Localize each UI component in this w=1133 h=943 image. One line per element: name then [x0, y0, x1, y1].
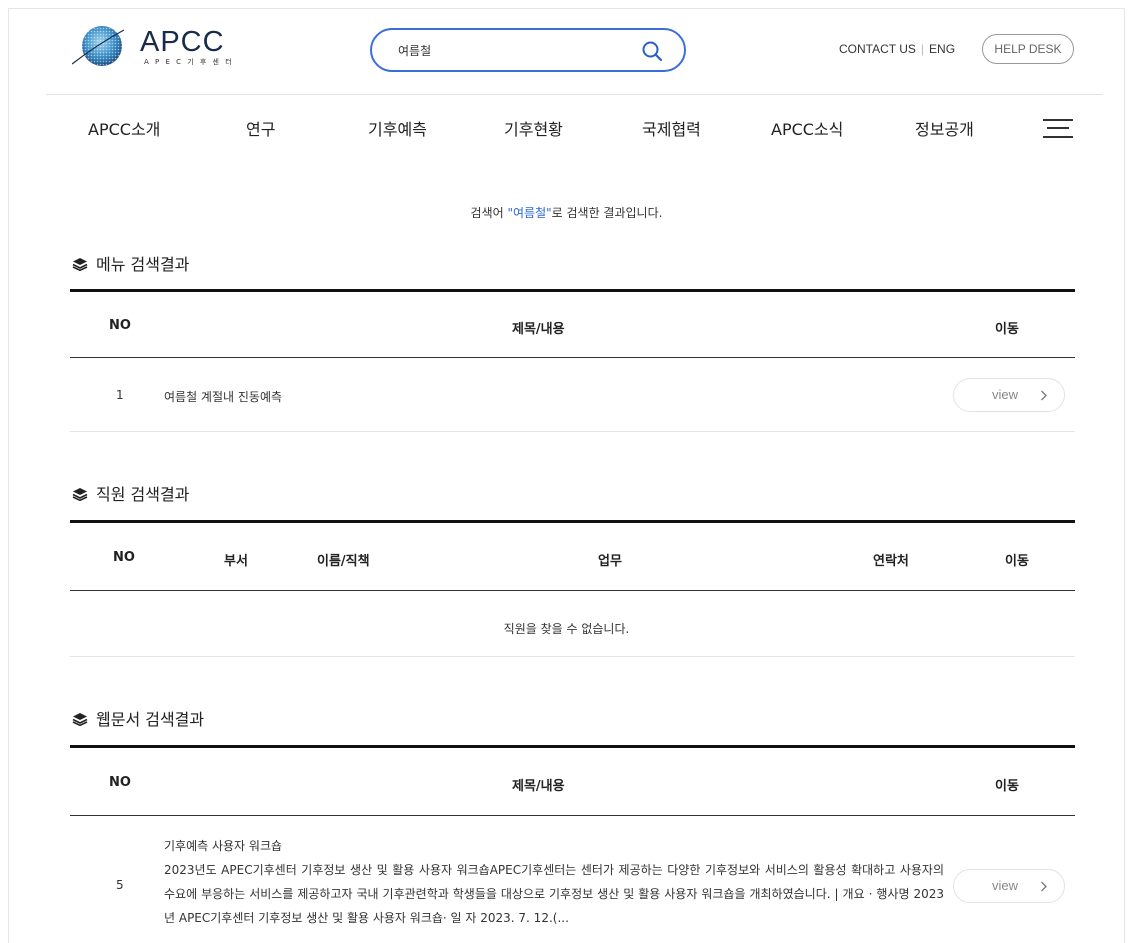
- web-row-no: 5: [116, 878, 124, 892]
- staff-table-top-border: [70, 520, 1075, 523]
- staff-th-name: 이름/직책: [317, 554, 370, 569]
- menu-th-title: 제목/내용: [512, 322, 565, 337]
- menu-hamburger-icon[interactable]: [1043, 117, 1073, 139]
- page-frame: [8, 8, 1125, 943]
- web-table-header-border: [70, 815, 1075, 816]
- web-th-title: 제목/내용: [512, 779, 565, 794]
- result-suffix: 로 검색한 결과입니다.: [551, 206, 663, 220]
- menu-table-header-border: [70, 357, 1075, 358]
- staff-empty-message: 직원을 찾을 수 없습니다.: [503, 622, 630, 636]
- menu-row-no: 1: [116, 388, 124, 402]
- menu-table-top-border: [70, 289, 1075, 292]
- staff-results-title: 직원 검색결과: [72, 481, 189, 505]
- search-result-message: 검색어 "여름철"로 검색한 결과입니다.: [0, 204, 1133, 221]
- web-row-text: 2023년도 APEC기후센터 기후정보 생산 및 활용 사용자 워크숍APEC…: [164, 863, 944, 925]
- layers-icon: [72, 488, 88, 501]
- web-row-title[interactable]: 기후예측 사용자 워크숍: [164, 834, 944, 858]
- result-prefix: 검색어: [470, 206, 508, 220]
- menu-th-move: 이동: [995, 322, 1019, 337]
- menu-row-title[interactable]: 여름철 계절내 진동예측: [164, 388, 282, 405]
- web-results-title: 웹문서 검색결과: [72, 706, 204, 730]
- apcc-logo[interactable]: APCC A P E C 기 후 센 터: [72, 22, 232, 72]
- web-th-move: 이동: [995, 779, 1019, 794]
- menu-results-label: 메뉴 검색결과: [96, 255, 190, 274]
- search-box: [370, 28, 686, 72]
- header-divider: [46, 94, 1103, 95]
- staff-table-header-border: [70, 590, 1075, 591]
- help-desk-button[interactable]: HELP DESK: [982, 34, 1074, 64]
- globe-logo-icon: [72, 26, 124, 66]
- layers-icon: [72, 258, 88, 271]
- nav-item-apcc-news[interactable]: APCC소식: [771, 116, 843, 140]
- util-separator: |: [920, 42, 925, 56]
- menu-results-title: 메뉴 검색결과: [72, 251, 189, 275]
- search-icon[interactable]: [640, 39, 664, 63]
- search-input[interactable]: [398, 40, 628, 60]
- staff-results-label: 직원 검색결과: [96, 485, 190, 504]
- view-label: view: [992, 387, 1019, 402]
- main-nav: APCC소개 연구 기후예측 기후현황 국제협력 APCC소식 정보공개: [0, 116, 1133, 140]
- menu-th-no: NO: [109, 318, 131, 333]
- nav-item-climate-forecast[interactable]: 기후예측: [368, 116, 427, 140]
- eng-link[interactable]: ENG: [929, 42, 955, 56]
- chevron-right-icon: [1041, 881, 1047, 892]
- web-table-top-border: [70, 745, 1075, 748]
- web-th-no: NO: [109, 775, 131, 790]
- utility-links: CONTACT US | ENG: [839, 42, 955, 56]
- contact-us-link[interactable]: CONTACT US: [839, 42, 916, 56]
- chevron-right-icon: [1041, 390, 1047, 401]
- staff-th-duty: 업무: [598, 554, 622, 569]
- staff-th-dept: 부서: [224, 554, 248, 569]
- web-results-label: 웹문서 검색결과: [96, 710, 205, 729]
- menu-table-bottom-border: [70, 431, 1075, 432]
- nav-item-climate-status[interactable]: 기후현황: [504, 116, 563, 140]
- staff-th-contact: 연락처: [873, 554, 909, 569]
- view-label: view: [992, 878, 1019, 893]
- staff-th-no: NO: [113, 550, 135, 565]
- staff-th-move: 이동: [1005, 554, 1029, 569]
- logo-wordmark: APCC: [140, 26, 225, 58]
- nav-item-research[interactable]: 연구: [246, 116, 275, 140]
- web-view-button[interactable]: view: [953, 869, 1065, 903]
- web-row-content: 기후예측 사용자 워크숍 2023년도 APEC기후센터 기후정보 생산 및 활…: [164, 834, 944, 930]
- nav-item-info-disclosure[interactable]: 정보공개: [915, 116, 974, 140]
- result-keyword: "여름철": [507, 206, 552, 220]
- staff-table-bottom-border: [70, 656, 1075, 657]
- menu-view-button[interactable]: view: [953, 378, 1065, 412]
- layers-icon: [72, 713, 88, 726]
- nav-item-international[interactable]: 국제협력: [642, 116, 701, 140]
- logo-subtitle: A P E C 기 후 센 터: [144, 58, 234, 66]
- nav-item-apcc-intro[interactable]: APCC소개: [88, 116, 160, 140]
